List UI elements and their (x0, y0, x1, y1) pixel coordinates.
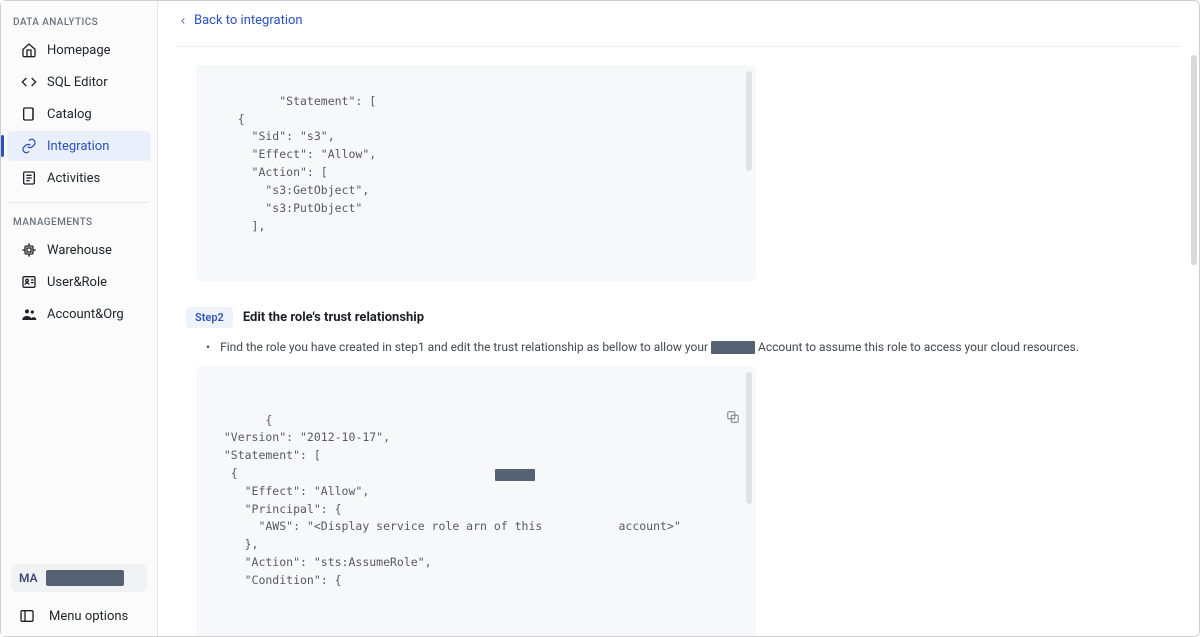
sidebar-item-label: SQL Editor (47, 75, 108, 90)
step2-bullet-text-a: Find the role you have created in step1 … (220, 340, 711, 354)
step2-bullet-text-b: Account to assume this role to access yo… (758, 340, 1079, 354)
sidebar-item-user-role[interactable]: User&Role (7, 267, 151, 297)
sidebar-section-managements: MANAGEMENTS (1, 211, 157, 234)
user-initials: MA (19, 571, 38, 585)
step2-bullet: Find the role you have created in step1 … (206, 338, 1171, 356)
sidebar-item-label: Integration (47, 139, 109, 154)
code-text: { "Version": "2012-10-17", "Statement": … (210, 413, 681, 587)
sidebar-item-sql-editor[interactable]: SQL Editor (7, 67, 151, 97)
menu-options-label: Menu options (49, 609, 128, 624)
trust-policy-code-block: { "Version": "2012-10-17", "Statement": … (196, 366, 756, 636)
user-chip[interactable]: MA (11, 564, 147, 592)
link-icon (21, 138, 37, 154)
menu-options[interactable]: Menu options (11, 604, 147, 626)
code-icon (21, 74, 37, 90)
redacted-product-name-inline (495, 469, 535, 481)
book-icon (21, 106, 37, 122)
sidebar-item-integration[interactable]: Integration (7, 131, 151, 161)
policy-code-block: "Statement": [ { "Sid": "s3", "Effect": … (196, 65, 756, 281)
people-icon (21, 306, 37, 322)
sidebar-item-label: Activities (47, 171, 100, 186)
sidebar-item-label: Catalog (47, 107, 92, 122)
content-scroll[interactable]: "Statement": [ { "Sid": "s3", "Effect": … (158, 47, 1199, 636)
sidebar-item-warehouse[interactable]: Warehouse (7, 235, 151, 265)
sidebar-item-label: User&Role (47, 275, 107, 290)
code-text: "Statement": [ { "Sid": "s3", "Effect": … (210, 94, 376, 233)
back-link-label: Back to integration (194, 13, 303, 28)
code-scrollbar[interactable] (746, 372, 752, 504)
redacted-user-name (46, 570, 124, 586)
step2-badge: Step2 (186, 307, 233, 328)
sidebar-item-account-org[interactable]: Account&Org (7, 299, 151, 329)
sidebar: DATA ANALYTICS Homepage SQL Editor Catal… (1, 1, 158, 636)
sidebar-item-label: Homepage (47, 43, 111, 58)
cpu-icon (21, 242, 37, 258)
home-icon (21, 42, 37, 58)
code-scrollbar[interactable] (746, 71, 752, 171)
sidebar-divider (9, 202, 149, 203)
redacted-product-name (711, 341, 755, 354)
sidebar-item-activities[interactable]: Activities (7, 163, 151, 193)
id-badge-icon (21, 274, 37, 290)
list-icon (21, 170, 37, 186)
back-to-integration-link[interactable]: Back to integration (178, 13, 1179, 28)
chevron-left-icon (178, 16, 188, 26)
sidebar-item-homepage[interactable]: Homepage (7, 35, 151, 65)
page-scrollbar[interactable] (1191, 55, 1197, 265)
sidebar-item-label: Warehouse (47, 243, 112, 258)
sidebar-section-analytics: DATA ANALYTICS (1, 11, 157, 34)
copy-icon[interactable] (726, 374, 740, 388)
sidebar-item-label: Account&Org (47, 307, 124, 322)
sidebar-item-catalog[interactable]: Catalog (7, 99, 151, 129)
menu-icon (19, 608, 35, 624)
step2-title: Edit the role's trust relationship (243, 310, 424, 325)
